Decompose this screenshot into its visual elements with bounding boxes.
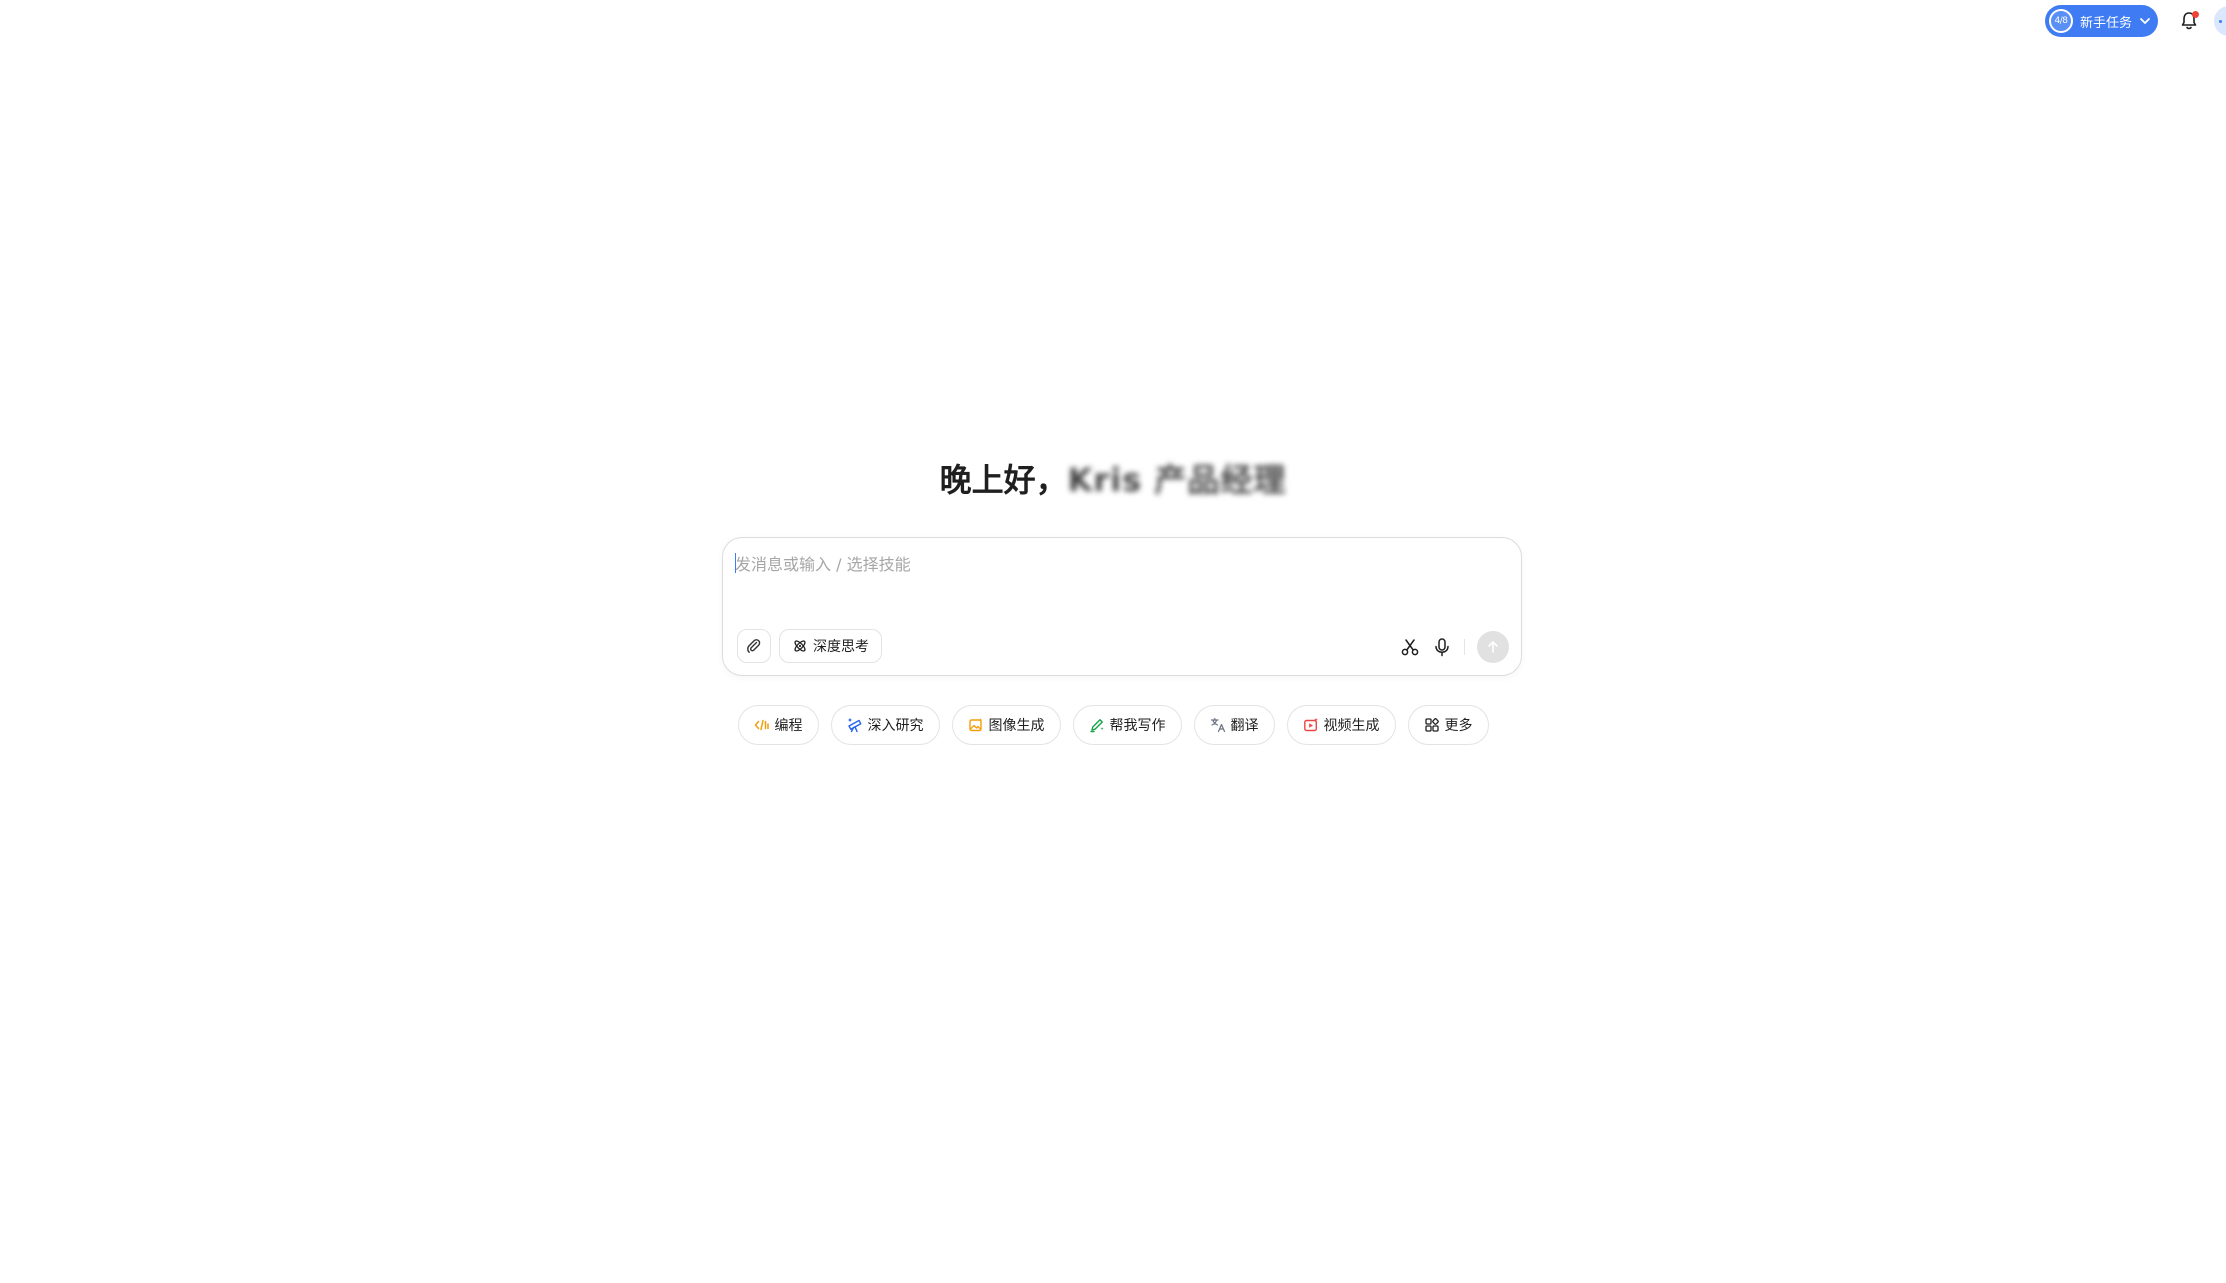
grid-icon bbox=[1424, 718, 1439, 732]
telescope-icon bbox=[847, 718, 861, 733]
notification-dot bbox=[2192, 11, 2199, 18]
newbie-task-button[interactable]: 4/8 新手任务 bbox=[2045, 5, 2158, 37]
paperclip-icon bbox=[747, 639, 761, 653]
send-button[interactable] bbox=[1477, 631, 1509, 663]
deep-think-button[interactable]: 深度思考 bbox=[779, 629, 882, 663]
skill-chip-video-generation[interactable]: 视频生成 bbox=[1286, 705, 1396, 745]
task-progress-ring: 4/8 bbox=[2049, 9, 2073, 33]
message-composer: 深度思考 bbox=[722, 537, 1522, 676]
deep-think-label: 深度思考 bbox=[813, 639, 869, 655]
image-icon bbox=[968, 718, 982, 732]
skill-chip-coding[interactable]: 编程 bbox=[737, 705, 819, 745]
video-icon bbox=[1303, 717, 1318, 732]
skill-label: 图像生成 bbox=[988, 718, 1045, 734]
skill-chip-image-generation[interactable]: 图像生成 bbox=[951, 705, 1061, 745]
skill-label: 更多 bbox=[1444, 718, 1473, 734]
greeting-prefix: 晚上好， bbox=[939, 461, 1068, 499]
message-input[interactable] bbox=[735, 550, 1505, 578]
scissors-icon[interactable] bbox=[1398, 635, 1422, 659]
arrow-up-icon bbox=[1488, 641, 1498, 653]
page: 4/8 新手任务 晚上好，Kris 产品经理 深度思考 bbox=[0, 0, 2226, 1283]
pen-icon bbox=[1089, 719, 1104, 733]
skill-chips: 编程 深入研究 图像生成 帮我写作 翻译 视频生成 更多 bbox=[0, 705, 2226, 745]
greeting-title: 晚上好，Kris 产品经理 bbox=[0, 455, 2226, 505]
skill-label: 帮我写作 bbox=[1109, 718, 1166, 734]
skill-chip-deep-research[interactable]: 深入研究 bbox=[830, 705, 940, 745]
skill-chip-more[interactable]: 更多 bbox=[1407, 705, 1489, 745]
task-label: 新手任务 bbox=[2080, 15, 2133, 31]
chevron-down-icon bbox=[2140, 18, 2150, 24]
attach-button[interactable] bbox=[737, 629, 771, 663]
translate-icon bbox=[1210, 717, 1225, 733]
text-caret bbox=[735, 553, 736, 573]
divider bbox=[1464, 639, 1465, 655]
skill-label: 深入研究 bbox=[867, 718, 924, 734]
skill-label: 翻译 bbox=[1230, 718, 1259, 734]
avatar[interactable] bbox=[2214, 6, 2226, 36]
atom-icon bbox=[794, 640, 806, 652]
skill-chip-writing[interactable]: 帮我写作 bbox=[1072, 705, 1182, 745]
user-name: Kris 产品经理 bbox=[1067, 461, 1287, 499]
microphone-icon[interactable] bbox=[1430, 635, 1454, 659]
skill-label: 编程 bbox=[774, 718, 803, 734]
skill-chip-translate[interactable]: 翻译 bbox=[1193, 705, 1275, 745]
code-icon bbox=[754, 719, 769, 731]
skill-label: 视频生成 bbox=[1323, 718, 1380, 734]
